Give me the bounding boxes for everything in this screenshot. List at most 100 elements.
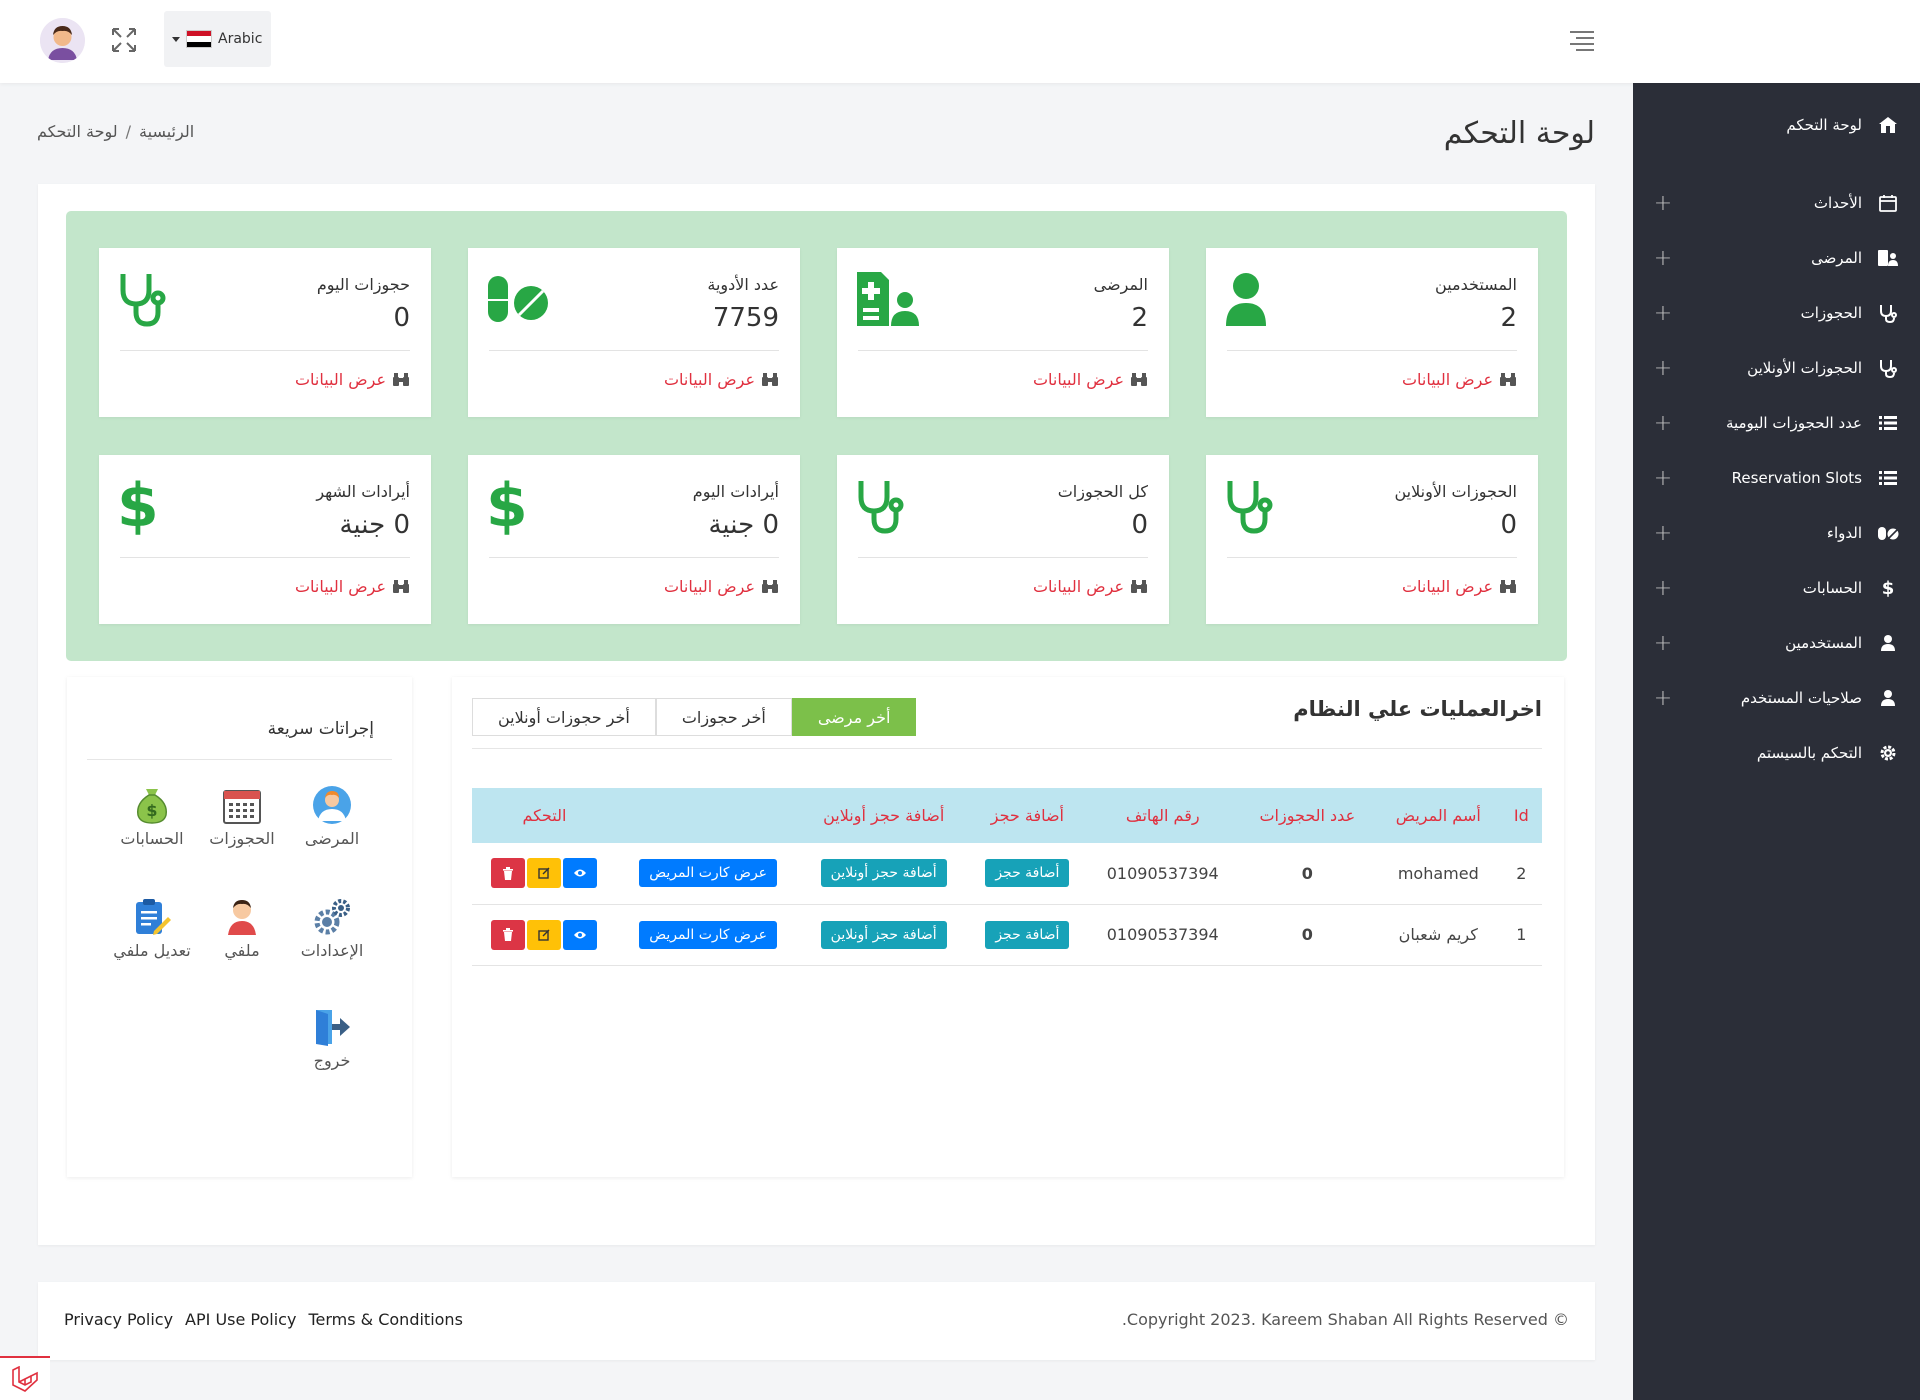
terms-link[interactable]: Terms & Conditions <box>308 1310 462 1329</box>
sidebar-item-daily-reservations[interactable]: عدد الحجوزات اليومية + <box>1633 403 1920 443</box>
edit-icon[interactable] <box>527 919 562 950</box>
delete-icon[interactable] <box>491 919 526 950</box>
sidebar-item-online-reservations[interactable]: الحجوزات الأونلاين + <box>1633 348 1920 388</box>
quick-action-reservations[interactable]: الحجوزات <box>197 785 287 848</box>
user-icon <box>1876 631 1900 655</box>
cell-name: كريم شعبان <box>1375 904 1501 966</box>
binoculars-icon <box>393 372 409 386</box>
expand-plus-icon[interactable]: + <box>1653 191 1673 216</box>
sidebar-item-reservations[interactable]: الحجوزات + <box>1633 293 1920 333</box>
expand-plus-icon[interactable]: + <box>1653 466 1673 491</box>
add-online-reservation-button[interactable]: أضافة حجز أونلاين <box>820 859 947 888</box>
quick-action-logout[interactable]: خروج <box>287 1007 377 1070</box>
privacy-policy-link[interactable]: Privacy Policy <box>64 1310 173 1329</box>
fullscreen-icon[interactable] <box>110 26 138 54</box>
view-data-link[interactable]: عرض البيانات <box>664 577 779 596</box>
sidebar: لوحة التحكم الأحداث + المرضى + الحجوزات … <box>1633 83 1920 1400</box>
view-data-link[interactable]: عرض البيانات <box>295 370 410 389</box>
stat-card-online-reservations: الحجوزات الأونلاين 0 عرض البيانات <box>1206 455 1538 624</box>
quick-action-patients[interactable]: المرضى <box>287 785 377 848</box>
expand-plus-icon[interactable]: + <box>1653 686 1673 711</box>
home-icon <box>1876 113 1900 137</box>
footer-links: Privacy Policy API Use Policy Terms & Co… <box>64 1310 463 1329</box>
stats-panel: المستخدمين 2 عرض البيانات المرضى 2 عرض ا… <box>66 211 1567 661</box>
expand-plus-icon[interactable]: + <box>1653 521 1673 546</box>
expand-plus-icon[interactable]: + <box>1653 356 1673 381</box>
tab-latest-reservations[interactable]: أخر حجوزات <box>655 698 792 736</box>
stethoscope-icon <box>117 270 181 328</box>
doctor-icon <box>312 785 352 825</box>
column-header: رقم الهاتف <box>1086 788 1239 843</box>
expand-plus-icon[interactable]: + <box>1653 246 1673 271</box>
sidebar-item-accounts[interactable]: $ الحسابات + <box>1633 568 1920 608</box>
list-icon <box>1876 411 1900 435</box>
cell-phone: 01090537394 <box>1086 904 1239 966</box>
quick-action-settings[interactable]: الإعدادات <box>287 897 377 960</box>
stat-card-today-reservations: حجوزات اليوم 0 عرض البيانات <box>99 248 431 417</box>
profile-icon <box>222 897 262 937</box>
delete-icon[interactable] <box>491 858 526 889</box>
sidebar-item-system-settings[interactable]: التحكم بالسيستم <box>1633 733 1920 773</box>
avatar[interactable] <box>40 18 85 63</box>
language-selector[interactable]: Arabic <box>164 11 271 67</box>
quick-action-edit-profile[interactable]: تعديل ملفي <box>107 897 197 960</box>
stat-card-month-revenue: أيرادات الشهر 0 جنية $ عرض البيانات <box>99 455 431 624</box>
view-patient-card-button[interactable]: عرض كارت المريض <box>639 920 778 949</box>
sidebar-item-reservation-slots[interactable]: Reservation Slots + <box>1633 458 1920 498</box>
view-data-link[interactable]: عرض البيانات <box>664 370 779 389</box>
breadcrumb-separator: / <box>125 122 132 141</box>
add-reservation-button[interactable]: أضافة حجز <box>985 920 1070 949</box>
api-use-policy-link[interactable]: API Use Policy <box>185 1310 296 1329</box>
edit-icon[interactable] <box>527 858 562 889</box>
tab-latest-patients[interactable]: أخر مرضى <box>791 698 917 736</box>
expand-plus-icon[interactable]: + <box>1653 631 1673 656</box>
menu-toggle-icon[interactable] <box>1568 30 1596 52</box>
stethoscope-icon <box>1876 301 1900 325</box>
page-title: لوحة التحكم <box>1443 116 1595 151</box>
view-data-link[interactable]: عرض البيانات <box>1402 370 1517 389</box>
breadcrumb-home[interactable]: الرئيسية <box>139 122 194 141</box>
view-data-link[interactable]: عرض البيانات <box>1402 577 1517 596</box>
sidebar-item-events[interactable]: الأحداث + <box>1633 183 1920 223</box>
sidebar-item-patients[interactable]: المرضى + <box>1633 238 1920 278</box>
sidebar-item-medicine[interactable]: الدواء + <box>1633 513 1920 553</box>
expand-plus-icon[interactable]: + <box>1653 411 1673 436</box>
money-bag-icon: $ <box>132 785 172 825</box>
add-online-reservation-button[interactable]: أضافة حجز أونلاين <box>820 920 947 949</box>
expand-plus-icon[interactable]: + <box>1653 301 1673 326</box>
sidebar-item-users[interactable]: المستخدمين + <box>1633 623 1920 663</box>
dollar-icon: $ <box>1881 577 1895 599</box>
quick-action-profile[interactable]: ملفي <box>197 897 287 960</box>
column-header: عدد الحجوزات <box>1238 788 1376 843</box>
patient-card-icon <box>1876 246 1900 270</box>
table-row: 1 كريم شعبان 0 01090537394 أضافة حجز أضا… <box>472 904 1542 966</box>
column-header <box>616 788 800 843</box>
sidebar-item-user-permissions[interactable]: صلاحيات المستخدم + <box>1633 678 1920 718</box>
view-data-link[interactable]: عرض البيانات <box>295 577 410 596</box>
stethoscope-icon <box>855 477 919 535</box>
view-patient-card-button[interactable]: عرض كارت المريض <box>639 859 778 888</box>
view-icon[interactable] <box>563 858 598 889</box>
view-icon[interactable] <box>563 919 598 950</box>
binoculars-icon <box>1131 579 1147 593</box>
cell-name: mohamed <box>1375 843 1501 905</box>
binoculars-icon <box>393 579 409 593</box>
user-icon <box>1876 686 1900 710</box>
pills-icon <box>486 270 550 328</box>
recent-patients-table: Id أسم المريض عدد الحجوزات رقم الهاتف أض… <box>472 788 1542 966</box>
svg-text:$: $ <box>146 801 157 820</box>
cell-count: 0 <box>1238 843 1376 905</box>
tab-latest-online-reservations[interactable]: أخر حجوزات أونلاين <box>472 698 656 736</box>
breadcrumb: الرئيسية / لوحة التحكم <box>37 122 194 141</box>
top-bar: Arabic <box>0 0 1920 83</box>
footer: Privacy Policy API Use Policy Terms & Co… <box>38 1282 1595 1360</box>
quick-action-accounts[interactable]: $ الحسابات <box>107 785 197 848</box>
view-data-link[interactable]: عرض البيانات <box>1033 577 1148 596</box>
column-header: التحكم <box>472 788 617 843</box>
view-data-link[interactable]: عرض البيانات <box>1033 370 1148 389</box>
sidebar-item-dashboard[interactable]: لوحة التحكم <box>1633 105 1920 145</box>
add-reservation-button[interactable]: أضافة حجز <box>985 859 1070 888</box>
expand-plus-icon[interactable]: + <box>1653 576 1673 601</box>
cell-phone: 01090537394 <box>1086 843 1239 905</box>
recent-operations-title: اخرالعمليات علي النظام <box>1293 697 1542 721</box>
